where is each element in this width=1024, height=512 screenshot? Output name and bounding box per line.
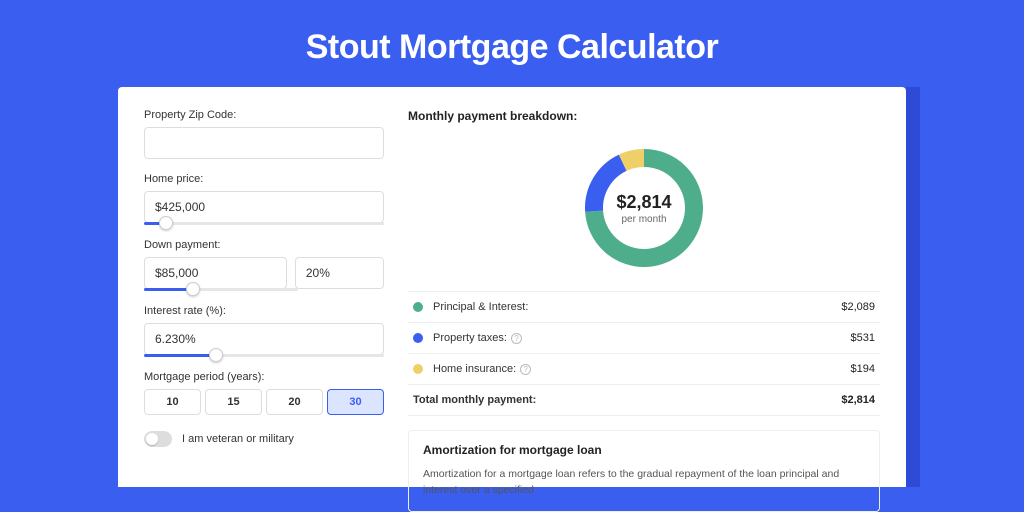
legend-val-pi: $2,089 [841, 301, 875, 313]
period-20[interactable]: 20 [266, 389, 323, 415]
period-30[interactable]: 30 [327, 389, 384, 415]
veteran-label: I am veteran or military [182, 433, 294, 445]
calculator-panel: Property Zip Code: Home price: Down paym… [118, 87, 906, 487]
legend-row-ins: Home insurance:? $194 [408, 354, 880, 385]
amortization-box: Amortization for mortgage loan Amortizat… [408, 430, 880, 512]
period-10[interactable]: 10 [144, 389, 201, 415]
zip-input[interactable] [144, 127, 384, 159]
info-icon[interactable]: ? [511, 333, 522, 344]
form-column: Property Zip Code: Home price: Down paym… [144, 109, 384, 465]
legend-label-tax: Property taxes:? [433, 332, 851, 344]
legend-row-pi: Principal & Interest: $2,089 [408, 292, 880, 323]
down-payment-slider[interactable] [144, 288, 298, 291]
legend-val-ins: $194 [851, 363, 875, 375]
breakdown-column: Monthly payment breakdown: $2,814 per mo… [408, 109, 880, 465]
legend-label-pi: Principal & Interest: [433, 301, 841, 313]
donut-amount: $2,814 [616, 192, 671, 212]
legend-val-tax: $531 [851, 332, 875, 344]
home-price-label: Home price: [144, 173, 384, 185]
zip-label: Property Zip Code: [144, 109, 384, 121]
dot-icon [413, 364, 423, 374]
interest-group: Interest rate (%): [144, 305, 384, 357]
dot-icon [413, 333, 423, 343]
veteran-row: I am veteran or military [144, 431, 384, 447]
zip-field-group: Property Zip Code: [144, 109, 384, 159]
legend-label-total: Total monthly payment: [413, 394, 841, 406]
legend-row-tax: Property taxes:? $531 [408, 323, 880, 354]
home-price-input[interactable] [144, 191, 384, 223]
dot-icon [413, 302, 423, 312]
legend: Principal & Interest: $2,089 Property ta… [408, 291, 880, 416]
period-15[interactable]: 15 [205, 389, 262, 415]
interest-input[interactable] [144, 323, 384, 355]
interest-slider[interactable] [144, 354, 384, 357]
down-payment-input[interactable] [144, 257, 287, 289]
veteran-toggle[interactable] [144, 431, 172, 447]
down-payment-label: Down payment: [144, 239, 384, 251]
period-group: Mortgage period (years): 10 15 20 30 [144, 371, 384, 415]
legend-row-total: Total monthly payment: $2,814 [408, 385, 880, 416]
down-payment-pct-input[interactable] [295, 257, 384, 289]
donut-slice-ins [623, 158, 644, 163]
home-price-group: Home price: [144, 173, 384, 225]
donut-sub: per month [621, 214, 666, 225]
period-label: Mortgage period (years): [144, 371, 384, 383]
period-buttons: 10 15 20 30 [144, 389, 384, 415]
info-icon[interactable]: ? [520, 364, 531, 375]
home-price-slider[interactable] [144, 222, 384, 225]
legend-val-total: $2,814 [841, 394, 875, 406]
donut-chart: $2,814 per month [408, 135, 880, 291]
amortization-title: Amortization for mortgage loan [423, 443, 865, 457]
breakdown-title: Monthly payment breakdown: [408, 109, 880, 123]
page-title: Stout Mortgage Calculator [0, 0, 1024, 87]
down-payment-group: Down payment: [144, 239, 384, 291]
amortization-text: Amortization for a mortgage loan refers … [423, 467, 865, 499]
legend-label-ins: Home insurance:? [433, 363, 851, 375]
interest-label: Interest rate (%): [144, 305, 384, 317]
